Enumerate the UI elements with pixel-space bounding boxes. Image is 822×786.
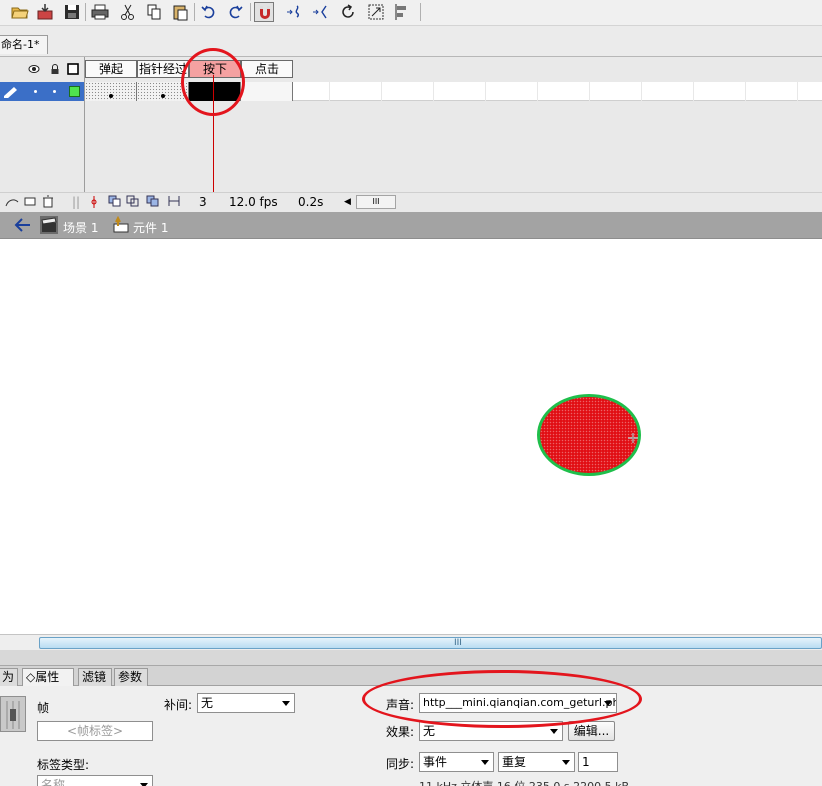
chevron-down-icon [282, 701, 290, 706]
scroll-left-icon[interactable]: ◀ [344, 197, 351, 207]
pencil-icon [2, 85, 22, 101]
keyframe-cell[interactable] [85, 82, 137, 101]
main-toolbar [0, 0, 822, 26]
elapsed-time: 0.2s [298, 195, 324, 209]
undo-icon[interactable] [199, 2, 219, 22]
timeline-panel: 弹起 指针经过 按下 点击 || 3 12.0 fps 0.2s ◀ III [0, 56, 822, 212]
repeat-value: 重复 [502, 755, 527, 769]
modify-onion-markers-icon[interactable] [167, 195, 181, 210]
sync-label: 同步: [386, 757, 415, 771]
tab-parameters[interactable]: 参数 [114, 668, 148, 686]
lock-icon[interactable] [49, 63, 61, 75]
eye-icon[interactable] [28, 63, 40, 75]
timeline-status-bar: || 3 12.0 fps 0.2s ◀ III [0, 192, 822, 212]
tab-properties-label: 属性 [35, 670, 60, 684]
tab-properties[interactable]: ◇属性× [22, 668, 74, 700]
frame-heading: 帧 [37, 701, 50, 715]
insert-folder-icon[interactable] [24, 195, 36, 210]
edit-multiple-frames-icon[interactable] [146, 195, 160, 210]
frame-label-up[interactable]: 弹起 [85, 60, 137, 78]
smooth-icon[interactable] [284, 2, 304, 22]
lock-dot-icon[interactable] [53, 90, 56, 93]
layer-color-icon[interactable] [69, 86, 80, 97]
annotation-oval [362, 670, 642, 728]
red-ellipse-shape[interactable] [537, 394, 641, 476]
tween-label: 补间: [164, 698, 193, 712]
scale-icon[interactable] [366, 2, 386, 22]
effect-label: 效果: [386, 725, 415, 739]
copy-icon[interactable] [144, 2, 164, 22]
layer-row[interactable] [0, 82, 85, 101]
tween-value: 无 [201, 696, 214, 710]
add-motion-guide-icon[interactable] [4, 195, 20, 212]
print-icon[interactable] [90, 2, 110, 22]
sound-info: 11 kHz 立体声 16 位 235.0 s 2200.5 kB [419, 778, 629, 786]
edit-bar: 场景 1 元件 1 [0, 212, 822, 239]
paste-icon[interactable] [170, 2, 190, 22]
stage-canvas[interactable] [0, 239, 822, 634]
keyframe-cell[interactable] [241, 82, 293, 101]
scrollbar-grip: III [454, 638, 462, 648]
tab-behaviors[interactable]: 为 [0, 668, 18, 686]
panel-divider [0, 650, 822, 666]
frame-rate[interactable]: 12.0 fps [229, 195, 278, 209]
sync-select[interactable]: 事件 [419, 752, 494, 772]
redo-icon[interactable] [225, 2, 245, 22]
visibility-dot-icon[interactable] [34, 90, 37, 93]
label-type-select[interactable]: 名称 [37, 775, 153, 786]
document-tab[interactable]: 命名-1* [0, 35, 48, 54]
tab-collapse-icon: ◇ [26, 670, 36, 684]
snap-magnet-icon[interactable] [254, 2, 274, 22]
stage-horizontal-scrollbar[interactable]: III [0, 634, 822, 650]
label-type-heading: 标签类型: [37, 758, 90, 772]
align-icon[interactable] [392, 2, 412, 22]
frame-label-hit[interactable]: 点击 [241, 60, 293, 78]
repeat-count-input[interactable]: 1 [578, 752, 618, 772]
registration-crosshair-icon [628, 432, 638, 443]
current-frame: 3 [199, 195, 207, 209]
import-icon[interactable] [35, 2, 55, 22]
repeat-select[interactable]: 重复 [498, 752, 575, 772]
outline-icon[interactable] [67, 63, 79, 75]
frame-thumbnail-icon [0, 696, 26, 732]
empty-frame-cells[interactable] [329, 82, 822, 101]
onion-skin-outlines-icon[interactable] [126, 195, 140, 210]
tween-select[interactable]: 无 [197, 693, 295, 713]
button-symbol-icon [112, 215, 130, 237]
label-type-value: 名称 [41, 778, 66, 786]
scrollbar-thumb[interactable]: III [39, 637, 822, 649]
straighten-icon[interactable] [310, 2, 330, 22]
tab-filters[interactable]: 滤镜 [78, 668, 112, 686]
onion-skin-icon[interactable] [108, 195, 122, 210]
cut-icon[interactable] [118, 2, 138, 22]
delete-layer-icon[interactable] [42, 195, 54, 211]
edit-sound-button[interactable]: 编辑... [568, 721, 615, 741]
breadcrumb-symbol[interactable]: 元件 1 [133, 219, 168, 236]
breadcrumb-scene[interactable]: 场景 1 [63, 219, 98, 236]
open-folder-icon[interactable] [10, 2, 30, 22]
keyframe-dot-icon [161, 94, 165, 98]
annotation-circle [181, 48, 245, 116]
keyframe-dot-icon [109, 94, 113, 98]
effect-value: 无 [423, 724, 436, 738]
frame-label-input[interactable]: <帧标签> [37, 721, 153, 741]
chevron-down-icon [481, 760, 489, 765]
sync-value: 事件 [423, 755, 448, 769]
chevron-down-icon [562, 760, 570, 765]
timeline-divider [84, 57, 85, 197]
chevron-down-icon [550, 729, 558, 734]
document-tab-strip [0, 26, 822, 56]
center-frame-icon[interactable] [90, 195, 98, 212]
panel-grip-icon: || [72, 195, 81, 209]
rotate-icon[interactable] [338, 2, 358, 22]
back-arrow-icon[interactable] [14, 218, 32, 235]
timeline-scrollbar[interactable]: III [356, 195, 396, 209]
clapper-icon [40, 216, 58, 234]
save-icon[interactable] [62, 2, 82, 22]
